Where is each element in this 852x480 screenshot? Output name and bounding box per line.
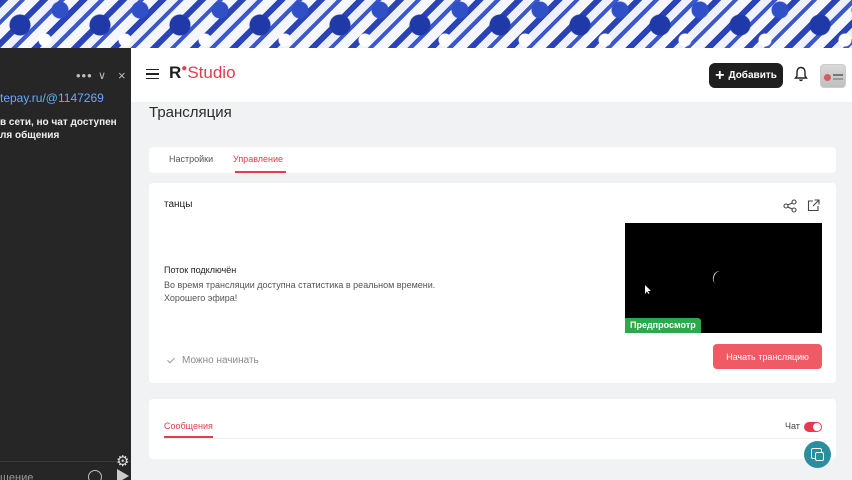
support-chat-button[interactable] xyxy=(804,441,831,468)
external-link-icon[interactable] xyxy=(807,199,820,212)
decorative-banner xyxy=(0,0,852,50)
studio-app: R●Studio + Добавить Трансляция Настройки… xyxy=(131,48,852,480)
chat-toggle-label: Чат xyxy=(785,421,800,431)
tab-settings[interactable]: Настройки xyxy=(169,154,213,164)
logo[interactable]: R●Studio xyxy=(169,63,236,83)
chat-toggle[interactable] xyxy=(804,422,822,432)
close-icon[interactable]: × xyxy=(118,68,126,83)
mouse-cursor-icon xyxy=(645,285,651,294)
gear-icon[interactable]: ⚙ xyxy=(116,452,129,470)
stream-preview[interactable]: Предпросмотр xyxy=(625,223,822,333)
loading-spinner-icon xyxy=(711,269,725,286)
tab-messages[interactable]: Сообщения xyxy=(164,421,213,431)
ready-status-label: Можно начинать xyxy=(182,355,259,366)
chat-side-panel: ••• ∨ × tepay.ru/@1147269 в сети, но чат… xyxy=(0,48,131,480)
tab-manage[interactable]: Управление xyxy=(233,154,283,164)
chat-input-placeholder: щение xyxy=(0,472,34,480)
avatar[interactable] xyxy=(820,64,846,88)
logo-letter: R xyxy=(169,63,182,82)
send-icon[interactable] xyxy=(117,469,129,480)
stream-status-title: Поток подключён xyxy=(164,265,237,275)
chat-notice-line1: в сети, но чат доступен xyxy=(0,117,117,128)
active-tab-indicator xyxy=(235,171,286,173)
ready-status: Можно начинать xyxy=(167,355,259,366)
stream-card: танцы Поток подключён Во время трансляци… xyxy=(149,183,836,383)
emoji-icon[interactable] xyxy=(88,470,102,480)
plus-icon: + xyxy=(715,66,725,84)
preview-badge: Предпросмотр xyxy=(625,318,701,333)
chat-bubble-icon-back xyxy=(815,452,824,461)
messages-card: Сообщения Чат xyxy=(149,399,836,459)
more-dots-icon[interactable]: ••• xyxy=(76,68,93,83)
donation-link[interactable]: tepay.ru/@1147269 xyxy=(0,91,104,105)
share-icon[interactable] xyxy=(783,199,797,213)
tabs-bar: Настройки Управление xyxy=(149,147,836,173)
stream-name: танцы xyxy=(164,199,193,210)
chevron-down-icon[interactable]: ∨ xyxy=(98,69,106,82)
app-header: R●Studio + Добавить xyxy=(131,48,852,102)
stream-status-description: Во время трансляции доступна статистика … xyxy=(164,279,435,305)
menu-icon[interactable] xyxy=(146,69,159,79)
page-title: Трансляция xyxy=(149,104,232,121)
check-icon xyxy=(167,357,177,365)
chat-panel-toolbar: ••• ∨ × xyxy=(0,68,131,86)
divider xyxy=(164,438,821,439)
logo-text: Studio xyxy=(187,63,236,82)
status-desc-line1: Во время трансляции доступна статистика … xyxy=(164,280,436,290)
start-stream-button[interactable]: Начать трансляцию xyxy=(713,344,822,369)
add-button[interactable]: + Добавить xyxy=(709,63,783,88)
chat-notice: в сети, но чат доступен ля общения xyxy=(0,116,131,142)
status-desc-line2: Хорошего эфира! xyxy=(164,293,238,303)
chat-message-input[interactable]: щение xyxy=(0,461,131,480)
chat-notice-line2: ля общения xyxy=(0,130,60,141)
bell-icon[interactable] xyxy=(794,66,808,82)
add-button-label: Добавить xyxy=(728,70,777,81)
